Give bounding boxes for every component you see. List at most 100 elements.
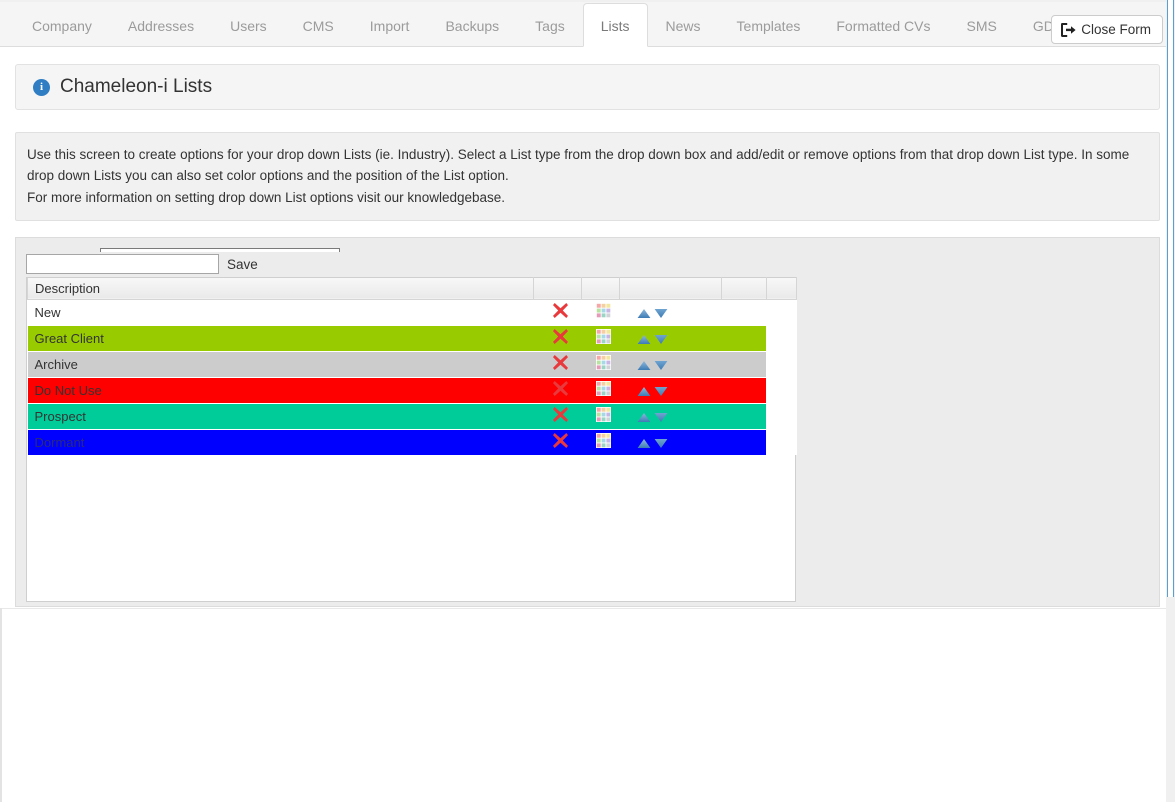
tab-templates[interactable]: Templates <box>719 3 819 47</box>
options-grid-container: Description NewGreat ClientArchiveDo Not… <box>26 277 796 602</box>
row-end-spacer <box>766 351 796 377</box>
column-header-1 <box>533 277 581 299</box>
add-option-row: Save <box>26 252 796 277</box>
delete-cross-icon[interactable] <box>552 354 569 374</box>
list-editor-panel: List Name: Client Priority ▼ Save <box>15 237 1160 607</box>
move-up-triangle-icon[interactable] <box>637 360 651 371</box>
delete-cross-icon[interactable] <box>552 302 569 322</box>
table-row[interactable]: Dormant <box>28 429 797 455</box>
color-palette-icon[interactable] <box>596 381 611 399</box>
set-color-cell[interactable] <box>581 403 619 429</box>
reorder-cell[interactable] <box>619 403 721 429</box>
reorder-cell[interactable] <box>619 429 721 455</box>
table-row[interactable]: Archive <box>28 351 797 377</box>
instructions-panel: Use this screen to create options for yo… <box>15 132 1160 221</box>
delete-cross-icon[interactable] <box>552 380 569 400</box>
color-palette-icon[interactable] <box>596 433 611 451</box>
reorder-arrows[interactable] <box>637 386 668 397</box>
tab-import[interactable]: Import <box>352 3 428 47</box>
table-row[interactable]: New <box>28 299 797 325</box>
delete-cross-icon[interactable] <box>552 406 569 426</box>
move-up-triangle-icon[interactable] <box>637 412 651 423</box>
delete-option-cell[interactable] <box>533 325 581 351</box>
option-description[interactable]: New <box>28 299 534 325</box>
reorder-arrows[interactable] <box>637 438 668 449</box>
delete-option-cell[interactable] <box>533 429 581 455</box>
option-description[interactable]: Prospect <box>28 403 534 429</box>
tab-backups[interactable]: Backups <box>427 3 517 47</box>
tab-news[interactable]: News <box>648 3 719 47</box>
left-edge-rail <box>0 608 2 802</box>
row-end-spacer <box>766 403 796 429</box>
tab-formatted-cvs[interactable]: Formatted CVs <box>818 3 948 47</box>
move-down-triangle-icon[interactable] <box>654 412 668 423</box>
reorder-cell[interactable] <box>619 377 721 403</box>
option-description[interactable]: Great Client <box>28 325 534 351</box>
delete-option-cell[interactable] <box>533 299 581 325</box>
move-up-triangle-icon[interactable] <box>637 308 651 319</box>
move-down-triangle-icon[interactable] <box>654 360 668 371</box>
row-end-spacer <box>766 429 796 455</box>
reorder-cell[interactable] <box>619 325 721 351</box>
row-pad-cell <box>721 429 766 455</box>
move-up-triangle-icon[interactable] <box>637 386 651 397</box>
reorder-arrows[interactable] <box>637 412 668 423</box>
row-pad-cell <box>721 377 766 403</box>
tab-tags[interactable]: Tags <box>517 3 583 47</box>
option-description[interactable]: Archive <box>28 351 534 377</box>
color-palette-icon[interactable] <box>596 303 611 321</box>
tab-sms[interactable]: SMS <box>949 3 1015 47</box>
table-row[interactable]: Do Not Use <box>28 377 797 403</box>
table-body: NewGreat ClientArchiveDo Not UseProspect… <box>28 299 797 455</box>
set-color-cell[interactable] <box>581 351 619 377</box>
page-title: Chameleon-i Lists <box>60 76 212 98</box>
color-palette-icon[interactable] <box>596 407 611 425</box>
reorder-arrows[interactable] <box>637 334 668 345</box>
tab-cms[interactable]: CMS <box>285 3 352 47</box>
move-down-triangle-icon[interactable] <box>654 438 668 449</box>
tab-users[interactable]: Users <box>212 3 285 47</box>
tab-addresses[interactable]: Addresses <box>110 3 212 47</box>
page-scrollbar-thumb[interactable] <box>1167 0 1174 597</box>
set-color-cell[interactable] <box>581 377 619 403</box>
close-form-button[interactable]: Close Form <box>1051 15 1163 44</box>
page-scrollbar-track[interactable] <box>1166 0 1175 802</box>
row-end-spacer <box>766 325 796 351</box>
delete-cross-icon[interactable] <box>552 432 569 452</box>
color-palette-icon[interactable] <box>596 355 611 373</box>
delete-option-cell[interactable] <box>533 351 581 377</box>
delete-cross-icon[interactable] <box>552 328 569 348</box>
close-form-label: Close Form <box>1081 22 1151 37</box>
reorder-cell[interactable] <box>619 299 721 325</box>
main-tab-bar: CompanyAddressesUsersCMSImportBackupsTag… <box>0 0 1175 47</box>
delete-option-cell[interactable] <box>533 377 581 403</box>
table-header: Description <box>28 277 797 299</box>
option-description[interactable]: Dormant <box>28 429 534 455</box>
set-color-cell[interactable] <box>581 299 619 325</box>
set-color-cell[interactable] <box>581 429 619 455</box>
instructions-line-2: For more information on setting drop dow… <box>27 190 505 205</box>
page-body: i Chameleon-i Lists Use this screen to c… <box>0 64 1175 607</box>
app-root: CompanyAddressesUsersCMSImportBackupsTag… <box>0 0 1175 802</box>
row-pad-cell <box>721 325 766 351</box>
move-down-triangle-icon[interactable] <box>654 386 668 397</box>
reorder-cell[interactable] <box>619 351 721 377</box>
move-down-triangle-icon[interactable] <box>654 308 668 319</box>
color-palette-icon[interactable] <box>596 329 611 347</box>
option-description[interactable]: Do Not Use <box>28 377 534 403</box>
move-up-triangle-icon[interactable] <box>637 438 651 449</box>
reorder-arrows[interactable] <box>637 360 668 371</box>
new-option-input[interactable] <box>26 254 219 274</box>
table-row[interactable]: Prospect <box>28 403 797 429</box>
move-up-triangle-icon[interactable] <box>637 334 651 345</box>
options-table: Description NewGreat ClientArchiveDo Not… <box>27 277 797 456</box>
set-color-cell[interactable] <box>581 325 619 351</box>
row-pad-cell <box>721 403 766 429</box>
tab-lists[interactable]: Lists <box>583 3 648 47</box>
reorder-arrows[interactable] <box>637 308 668 319</box>
save-button[interactable]: Save <box>227 257 258 272</box>
table-row[interactable]: Great Client <box>28 325 797 351</box>
tab-company[interactable]: Company <box>14 3 110 47</box>
move-down-triangle-icon[interactable] <box>654 334 668 345</box>
delete-option-cell[interactable] <box>533 403 581 429</box>
